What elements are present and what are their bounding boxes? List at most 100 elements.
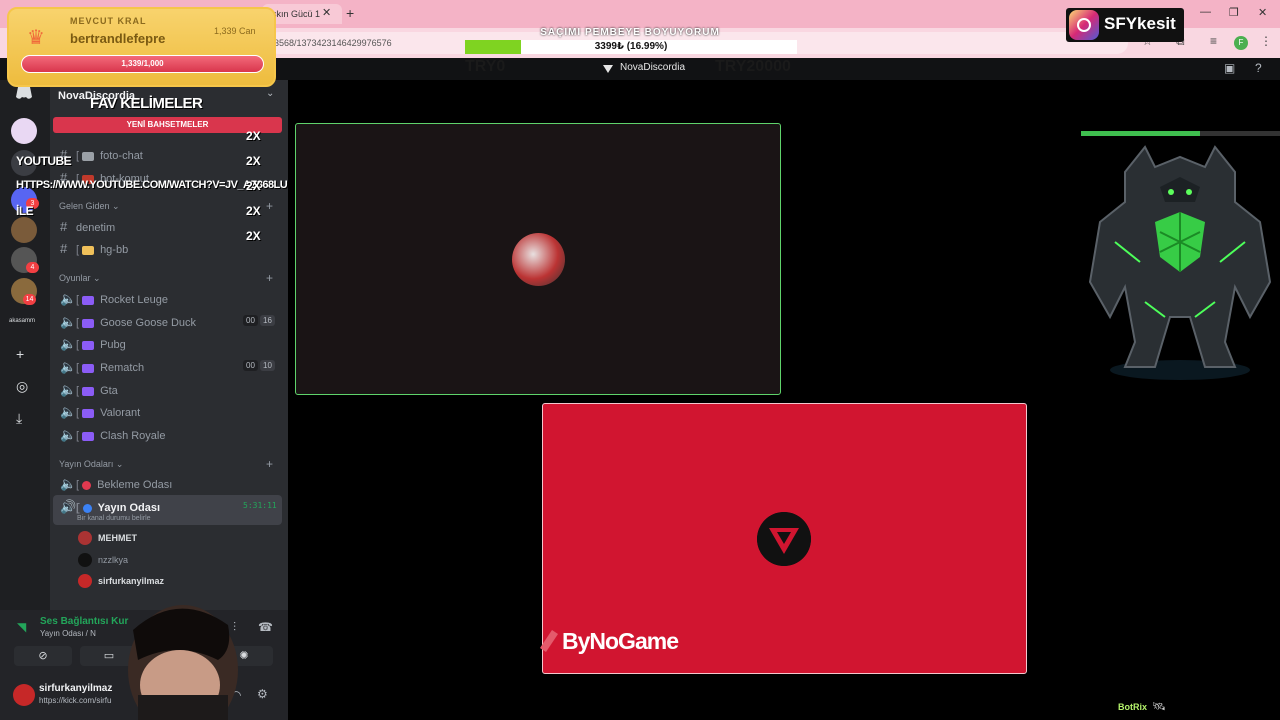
maximize-icon[interactable]: ❐ [1229, 6, 1239, 19]
speaker-icon: 🔈 [60, 291, 77, 306]
boss-monster-image [1088, 145, 1272, 380]
channel-label: Rematch [100, 362, 145, 374]
user-limit: 16 [260, 315, 275, 326]
avatar[interactable] [13, 684, 35, 706]
voice-gta[interactable]: 🔈[Gta [60, 382, 118, 398]
speaker-icon: 🔈 [60, 404, 77, 419]
download-icon[interactable]: ⤓ [16, 410, 22, 427]
channel-status-hint[interactable]: Bir kanal durumu belirle [77, 515, 151, 522]
crown-icon: ♛ [27, 27, 45, 49]
boss-hp-bar [1081, 131, 1280, 136]
channel-foto-chat[interactable]: #[foto-chat [60, 147, 143, 162]
chevron-down-icon[interactable]: ⌄ [266, 88, 274, 99]
voice-yayin-odasi[interactable]: 🔊[Yayın Odası [60, 499, 160, 515]
add-channel-icon[interactable]: + [266, 271, 273, 285]
fav-word: YOUTUBE [16, 154, 72, 168]
tab-close-icon[interactable]: ✕ [322, 6, 331, 19]
sponsor-logo-icon [757, 512, 811, 566]
channel-denetim[interactable]: # denetim [60, 219, 115, 234]
voice-rematch[interactable]: 🔈[Rematch [60, 359, 144, 375]
webcam-overlay [128, 605, 238, 720]
current-username[interactable]: sirfurkanyilmaz [39, 683, 112, 694]
voice-bekleme-odasi[interactable]: 🔈[Bekleme Odası [60, 476, 172, 492]
current-user-status: https://kick.com/sirfu [39, 696, 112, 705]
voice-goose-goose-duck[interactable]: 🔈[Goose Goose Duck [60, 314, 196, 330]
user-count: 00 [243, 360, 258, 371]
speaker-icon: 🔈 [60, 336, 77, 351]
browser-menu-icon[interactable]: ⋮ [1260, 34, 1272, 48]
media-icon[interactable]: ≡ [1210, 34, 1217, 48]
king-health: 1,339 Can [214, 26, 256, 36]
voice-user[interactable]: nzzlkya [98, 555, 128, 565]
fav-multiplier: 2X [246, 154, 261, 168]
speaker-icon: 🔈 [60, 427, 77, 442]
user-count: 00 [243, 315, 258, 326]
voice-clash-royale[interactable]: 🔈[Clash Royale [60, 427, 165, 443]
screen: şkın Gücü 1 ✕ + — ❐ ✕ 3568/1373423146429… [0, 0, 1280, 720]
profile-avatar[interactable]: F [1234, 36, 1248, 50]
add-server-icon[interactable]: + [16, 346, 24, 362]
rail-server-label[interactable]: akasamm [9, 318, 35, 324]
bot-name: BotRix [1118, 702, 1147, 712]
hash-icon: # [60, 219, 68, 234]
donation-min-label: TRY0 [465, 58, 506, 75]
channel-label: hg-bb [100, 244, 129, 256]
channel-label: Valorant [100, 407, 141, 419]
speaker-icon: 🔈 [60, 476, 77, 491]
add-channel-icon[interactable]: + [266, 199, 273, 213]
channel-label: Bekleme Odası [97, 479, 173, 491]
gear-icon[interactable]: ⚙ [257, 687, 268, 701]
avatar [78, 531, 92, 545]
add-channel-icon[interactable]: + [266, 457, 273, 471]
voice-valorant[interactable]: 🔈[Valorant [60, 404, 140, 420]
speaker-icon: 🔈 [60, 382, 77, 397]
voice-pubg[interactable]: 🔈[Pubg [60, 336, 126, 352]
new-tab-icon[interactable]: + [346, 5, 354, 21]
instagram-icon [1069, 10, 1099, 40]
avatar [78, 574, 92, 588]
king-label: MEVCUT KRAL [70, 16, 147, 26]
category-label: Yayın Odaları [59, 459, 114, 469]
channel-label: Rocket Leuge [100, 294, 168, 306]
voice-rocket-leuge[interactable]: 🔈[Rocket Leuge [60, 291, 168, 307]
voice-user[interactable]: sirfurkanyilmaz [98, 576, 164, 586]
server-logo-icon [603, 65, 613, 73]
fav-multiplier: 2X [246, 229, 261, 243]
fav-multiplier: 2X [246, 129, 261, 143]
server-icon-4[interactable] [11, 217, 37, 243]
channel-label: foto-chat [100, 150, 143, 162]
discord-icon[interactable] [15, 86, 33, 100]
help-icon[interactable]: ? [1255, 61, 1262, 75]
sponsor-name: ByNoGame [562, 628, 679, 654]
voice-status[interactable]: Ses Bağlantısı Kur [40, 616, 128, 627]
category-label: Gelen Giden [59, 201, 110, 211]
category-gelen-giden[interactable]: Gelen Giden ⌄ [59, 201, 120, 212]
minimize-icon[interactable]: — [1200, 6, 1211, 18]
bynogame-mark-icon [540, 630, 558, 652]
signal-icon[interactable]: ◥ [17, 620, 26, 634]
category-yayin-odalari[interactable]: Yayın Odaları ⌄ [59, 459, 123, 470]
channel-label: Goose Goose Duck [100, 317, 197, 329]
channel-hg-bb[interactable]: #[hg-bb [60, 241, 128, 256]
king-health-value: 1,339/1,000 [121, 59, 164, 68]
avatar [512, 233, 565, 286]
avatar [78, 553, 92, 567]
camera-button[interactable]: ⊘ [14, 646, 72, 666]
server-icon-1[interactable] [11, 118, 37, 144]
voice-channel-path[interactable]: Yayın Odası / N [40, 629, 96, 638]
speaker-icon: 🔈 [60, 314, 77, 329]
king-name: bertrandlefepre [70, 31, 166, 46]
boss-hp-fill [1081, 131, 1201, 136]
category-oyunlar[interactable]: Oyunlar ⌄ [59, 273, 101, 284]
donation-max-label: TRY20000 [715, 58, 791, 75]
goal-title: SAÇIMI PEMBEYE BOYUYORUM [540, 27, 720, 38]
compass-icon[interactable]: ◎ [16, 378, 28, 395]
goal-progress-bar: 3399₺ (16.99%) [465, 40, 797, 54]
disconnect-icon[interactable]: ☎ [258, 620, 273, 634]
inbox-icon[interactable]: ▣ [1224, 61, 1235, 75]
user-limit: 10 [260, 360, 275, 371]
fav-multiplier: 2X [246, 179, 261, 193]
voice-user[interactable]: MEHMET [98, 533, 137, 543]
close-window-icon[interactable]: ✕ [1258, 6, 1267, 19]
channel-label: Clash Royale [100, 430, 166, 442]
